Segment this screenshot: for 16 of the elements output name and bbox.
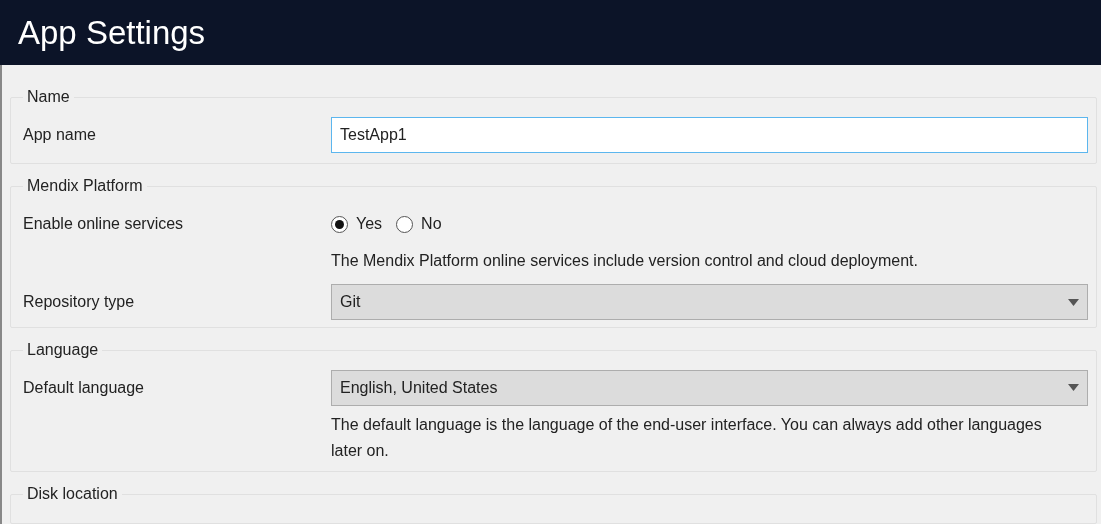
help-text: The default language is the language of the end-user interface. You can always add other languages later on. <box>331 414 1043 461</box>
field-label: Default language <box>22 377 145 398</box>
radio-button[interactable] <box>396 216 414 233</box>
dropdown[interactable]: English, United States <box>331 369 1088 406</box>
radio-option[interactable]: Yes <box>331 212 383 237</box>
radio-option[interactable]: No <box>396 212 442 237</box>
caret-icon <box>1068 299 1079 306</box>
dropdown[interactable]: Git <box>331 284 1088 321</box>
field-label: Repository type <box>22 292 136 313</box>
text-field[interactable]: TestApp1 <box>331 117 1088 153</box>
field-label: Enable online services <box>22 214 185 235</box>
radio-button[interactable] <box>331 216 348 233</box>
window-title: App Settings <box>18 12 206 53</box>
caret-icon <box>1068 384 1079 392</box>
field-label: App name <box>22 125 97 145</box>
help-text: The Mendix Platform online services include version control and cloud deployment. <box>331 251 919 272</box>
